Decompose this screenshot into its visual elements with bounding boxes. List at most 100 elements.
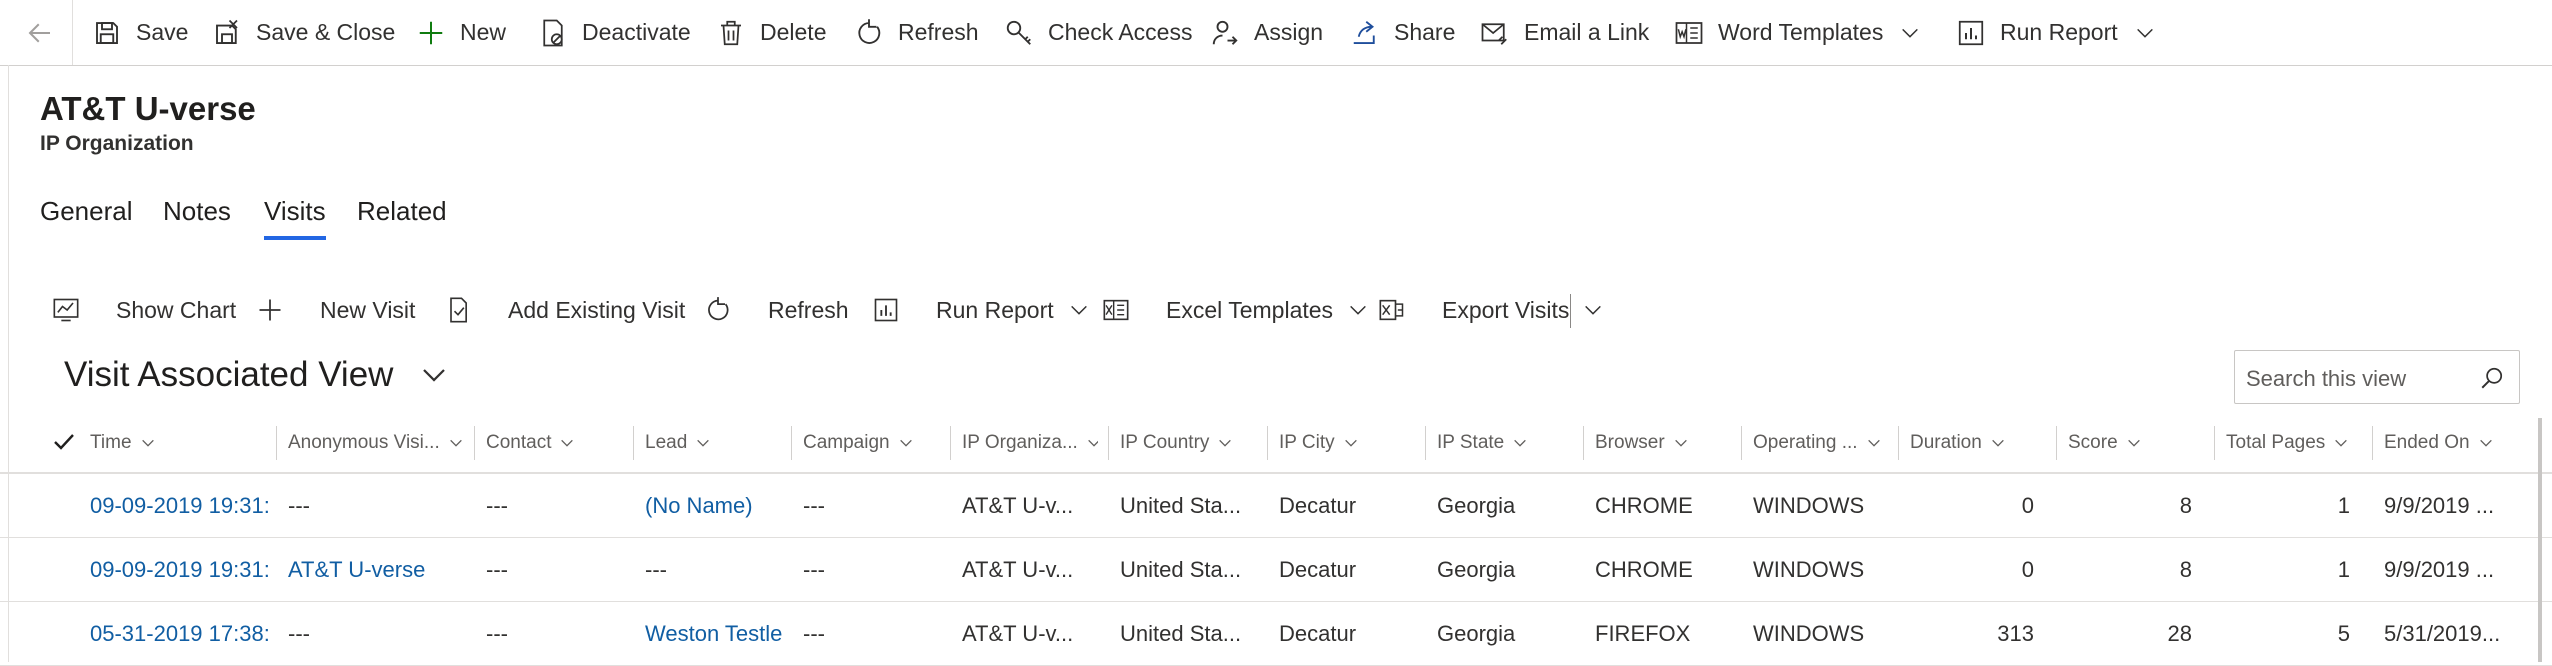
tab-visits[interactable]: Visits	[264, 196, 326, 240]
column-header-label: IP State	[1437, 432, 1505, 453]
column-divider[interactable]	[1108, 426, 1109, 460]
assign-button[interactable]: Assign	[1210, 0, 1323, 65]
add-existing-visit-button[interactable]: Add Existing Visit	[444, 280, 685, 340]
column-header-lead[interactable]: Lead	[645, 418, 781, 468]
export-visits-label: Export Visits	[1442, 296, 1570, 323]
search-icon[interactable]	[2479, 365, 2505, 391]
column-divider[interactable]	[1898, 426, 1899, 460]
column-divider[interactable]	[1741, 426, 1742, 460]
back-arrow-icon	[28, 23, 50, 42]
tab-notes[interactable]: Notes	[163, 196, 231, 227]
table-row[interactable]: 09-09-2019 19:31:0 AT&T U-verse --- --- --- A…	[0, 538, 2552, 602]
check-access-button[interactable]: Check Access	[1004, 0, 1192, 65]
column-header-label: Browser	[1595, 432, 1665, 453]
share-button[interactable]: Share	[1350, 0, 1455, 65]
column-header-browser[interactable]: Browser	[1595, 418, 1731, 468]
column-header-time[interactable]: Time	[90, 418, 266, 468]
save-label: Save	[136, 19, 189, 45]
cell-contact: ---	[486, 620, 508, 646]
column-divider[interactable]	[2214, 426, 2215, 460]
search-input[interactable]: Search this view	[2246, 366, 2406, 392]
column-divider[interactable]	[791, 426, 792, 460]
tab-related[interactable]: Related	[357, 196, 447, 227]
delete-label: Delete	[760, 19, 827, 45]
cell-contact: ---	[486, 556, 508, 582]
back-button[interactable]	[8, 0, 73, 65]
new-visit-button[interactable]: New Visit	[256, 280, 415, 340]
column-divider[interactable]	[1425, 426, 1426, 460]
view-selector[interactable]: Visit Associated View	[64, 355, 449, 395]
save-button[interactable]: Save	[92, 0, 188, 65]
column-header-label: Score	[2068, 432, 2118, 453]
chevron-down-icon	[1867, 439, 1880, 447]
record-entity: IP Organization	[40, 132, 194, 155]
column-header-label: Anonymous Visi...	[288, 432, 440, 453]
search-box[interactable]: Search this view	[2234, 350, 2520, 404]
table-row[interactable]: 09-09-2019 19:31:1 --- --- (No Name) --- AT&T…	[0, 474, 2552, 538]
column-header-ip-country[interactable]: IP Country	[1120, 418, 1256, 468]
plus-icon	[259, 299, 281, 321]
cell-ip-organization: AT&T U-v...	[962, 492, 1074, 518]
cell-lead[interactable]: (No Name)	[645, 474, 783, 537]
email-link-label: Email a Link	[1524, 19, 1650, 45]
toolbar-divider	[1570, 294, 1571, 328]
excel-templates-button[interactable]: Excel Templates	[1102, 280, 1369, 340]
cell-time[interactable]: 05-31-2019 17:38:3	[90, 602, 268, 665]
deactivate-label: Deactivate	[582, 19, 691, 45]
new-visit-label: New Visit	[320, 296, 416, 323]
cell-ip-state: Georgia	[1437, 620, 1516, 646]
new-button[interactable]: New	[416, 0, 506, 65]
chart-icon	[53, 298, 79, 322]
tab-general[interactable]: General	[40, 196, 133, 227]
run-report-button[interactable]: Run Report	[1956, 0, 2156, 65]
cell-lead[interactable]: Weston Testlea	[645, 602, 783, 665]
column-divider[interactable]	[633, 426, 634, 460]
cell-time[interactable]: 09-09-2019 19:31:0	[90, 538, 268, 601]
delete-button[interactable]: Delete	[716, 0, 826, 65]
cell-campaign: ---	[803, 492, 825, 518]
column-header-contact[interactable]: Contact	[486, 418, 622, 468]
chevron-down-icon	[561, 439, 574, 447]
email-link-button[interactable]: Email a Link	[1480, 0, 1649, 65]
column-header-score[interactable]: Score	[2068, 418, 2204, 468]
table-row[interactable]: 05-31-2019 17:38:3 --- --- Weston Testlea --…	[0, 602, 2552, 666]
column-divider[interactable]	[2056, 426, 2057, 460]
save-close-label: Save & Close	[256, 19, 396, 45]
subgrid-run-report-button[interactable]: Run Report	[872, 280, 1090, 340]
column-header-ip-organization[interactable]: IP Organiza...	[962, 418, 1098, 468]
save-close-icon	[216, 19, 238, 44]
cell-time[interactable]: 09-09-2019 19:31:1	[90, 474, 268, 537]
column-header-total-pages[interactable]: Total Pages	[2226, 418, 2362, 468]
column-divider[interactable]	[474, 426, 475, 460]
column-header-ip-state[interactable]: IP State	[1437, 418, 1573, 468]
column-header-anonymous-visitor[interactable]: Anonymous Visi...	[288, 418, 462, 468]
column-divider[interactable]	[276, 426, 277, 460]
column-divider[interactable]	[1583, 426, 1584, 460]
cell-score: 8	[2179, 556, 2192, 582]
vertical-scrollbar[interactable]	[2538, 418, 2542, 662]
trash-icon	[721, 20, 741, 45]
more-commands-button[interactable]	[1582, 280, 1604, 340]
save-close-button[interactable]: Save & Close	[212, 0, 395, 65]
export-visits-button[interactable]: Export Visits	[1378, 280, 1569, 340]
column-divider[interactable]	[950, 426, 951, 460]
column-header-label: Contact	[486, 432, 552, 453]
deactivate-button[interactable]: Deactivate	[538, 0, 691, 65]
refresh-button[interactable]: Refresh	[854, 0, 979, 65]
column-header-ip-city[interactable]: IP City	[1279, 418, 1415, 468]
word-templates-button[interactable]: Word Templates	[1674, 0, 1921, 65]
chevron-down-icon[interactable]	[2134, 22, 2156, 44]
show-chart-button[interactable]: Show Chart	[52, 280, 236, 340]
column-divider[interactable]	[1267, 426, 1268, 460]
column-header-operating-system[interactable]: Operating ...	[1753, 418, 1889, 468]
chevron-down-icon	[1992, 439, 2004, 447]
chevron-down-icon[interactable]	[1068, 299, 1090, 321]
column-header-duration[interactable]: Duration	[1910, 418, 2046, 468]
subgrid-refresh-button[interactable]: Refresh	[704, 280, 849, 340]
column-divider[interactable]	[2372, 426, 2373, 460]
column-header-ended-on[interactable]: Ended On	[2384, 418, 2510, 468]
chevron-down-icon[interactable]	[1899, 22, 1921, 44]
chevron-down-icon[interactable]	[1347, 299, 1369, 321]
cell-anonymous-visitor[interactable]: AT&T U-verse	[288, 538, 464, 601]
column-header-campaign[interactable]: Campaign	[803, 418, 939, 468]
